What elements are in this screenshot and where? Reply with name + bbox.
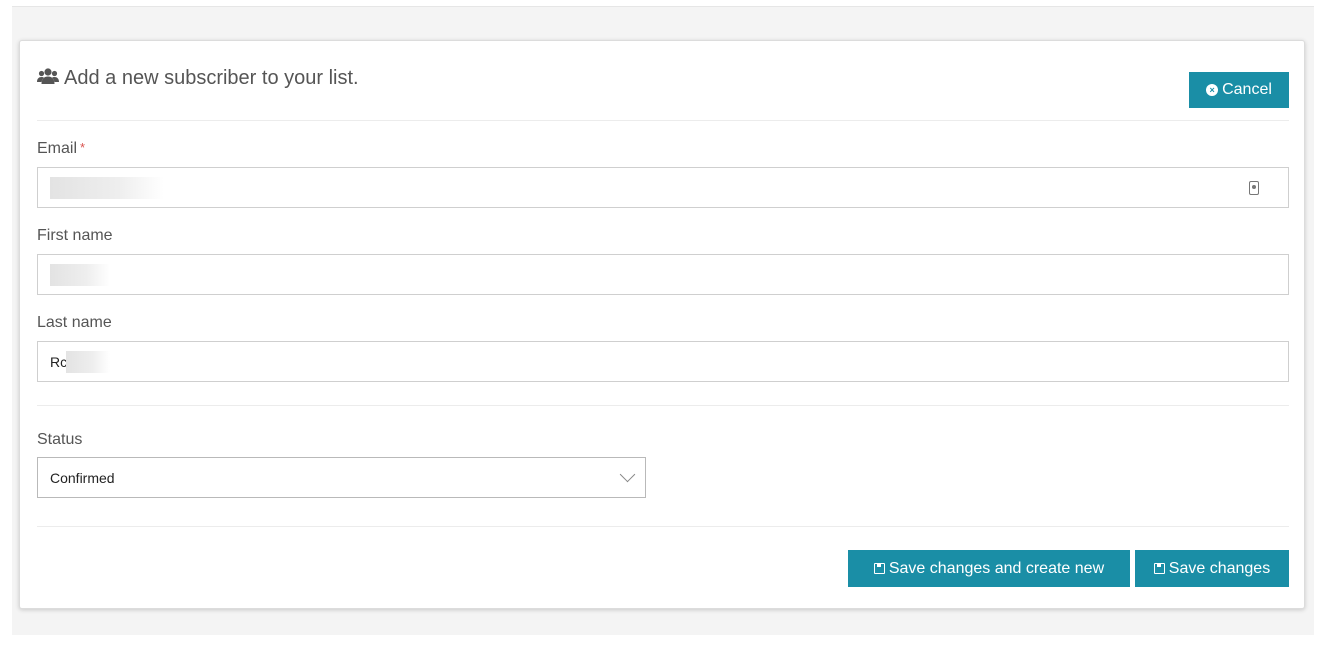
save-icon [1153, 563, 1165, 574]
chevron-down-icon [619, 466, 636, 483]
save-and-create-new-label: Save changes and create new [888, 559, 1105, 577]
email-label-text: Email [37, 140, 78, 157]
form-title: Add a new subscriber to your list. [64, 67, 359, 89]
status-label: Status [37, 431, 83, 448]
save-icon [873, 563, 885, 574]
status-selected-value: Confirmed [50, 470, 115, 486]
contact-card-icon[interactable] [1249, 181, 1259, 195]
email-label: Email * [37, 140, 85, 158]
section-divider [37, 405, 1289, 406]
last-name-field[interactable]: Rc [37, 341, 1289, 382]
header-divider [37, 120, 1289, 121]
redacted-last-name [66, 351, 110, 373]
save-changes-label: Save changes [1168, 559, 1271, 577]
cancel-label: Cancel [1222, 81, 1272, 98]
close-circle-icon: × [1206, 84, 1219, 96]
footer-divider [37, 526, 1289, 527]
subscriber-form-card: Add a new subscriber to your list. × Can… [19, 40, 1305, 609]
first-name-label: First name [37, 227, 113, 244]
required-marker: * [80, 140, 86, 155]
redacted-first-name [50, 264, 110, 286]
email-field[interactable] [37, 167, 1289, 208]
first-name-field[interactable] [37, 254, 1289, 295]
save-changes-button[interactable]: Save changes [1135, 550, 1289, 587]
users-icon [37, 67, 59, 90]
status-select[interactable]: Confirmed [37, 457, 646, 498]
cancel-button[interactable]: × Cancel [1189, 72, 1289, 108]
last-name-value: Rc [50, 354, 68, 370]
save-and-create-new-button[interactable]: Save changes and create new [848, 550, 1130, 587]
last-name-label: Last name [37, 314, 112, 331]
form-header: Add a new subscriber to your list. [37, 67, 359, 90]
redacted-email [50, 177, 164, 199]
